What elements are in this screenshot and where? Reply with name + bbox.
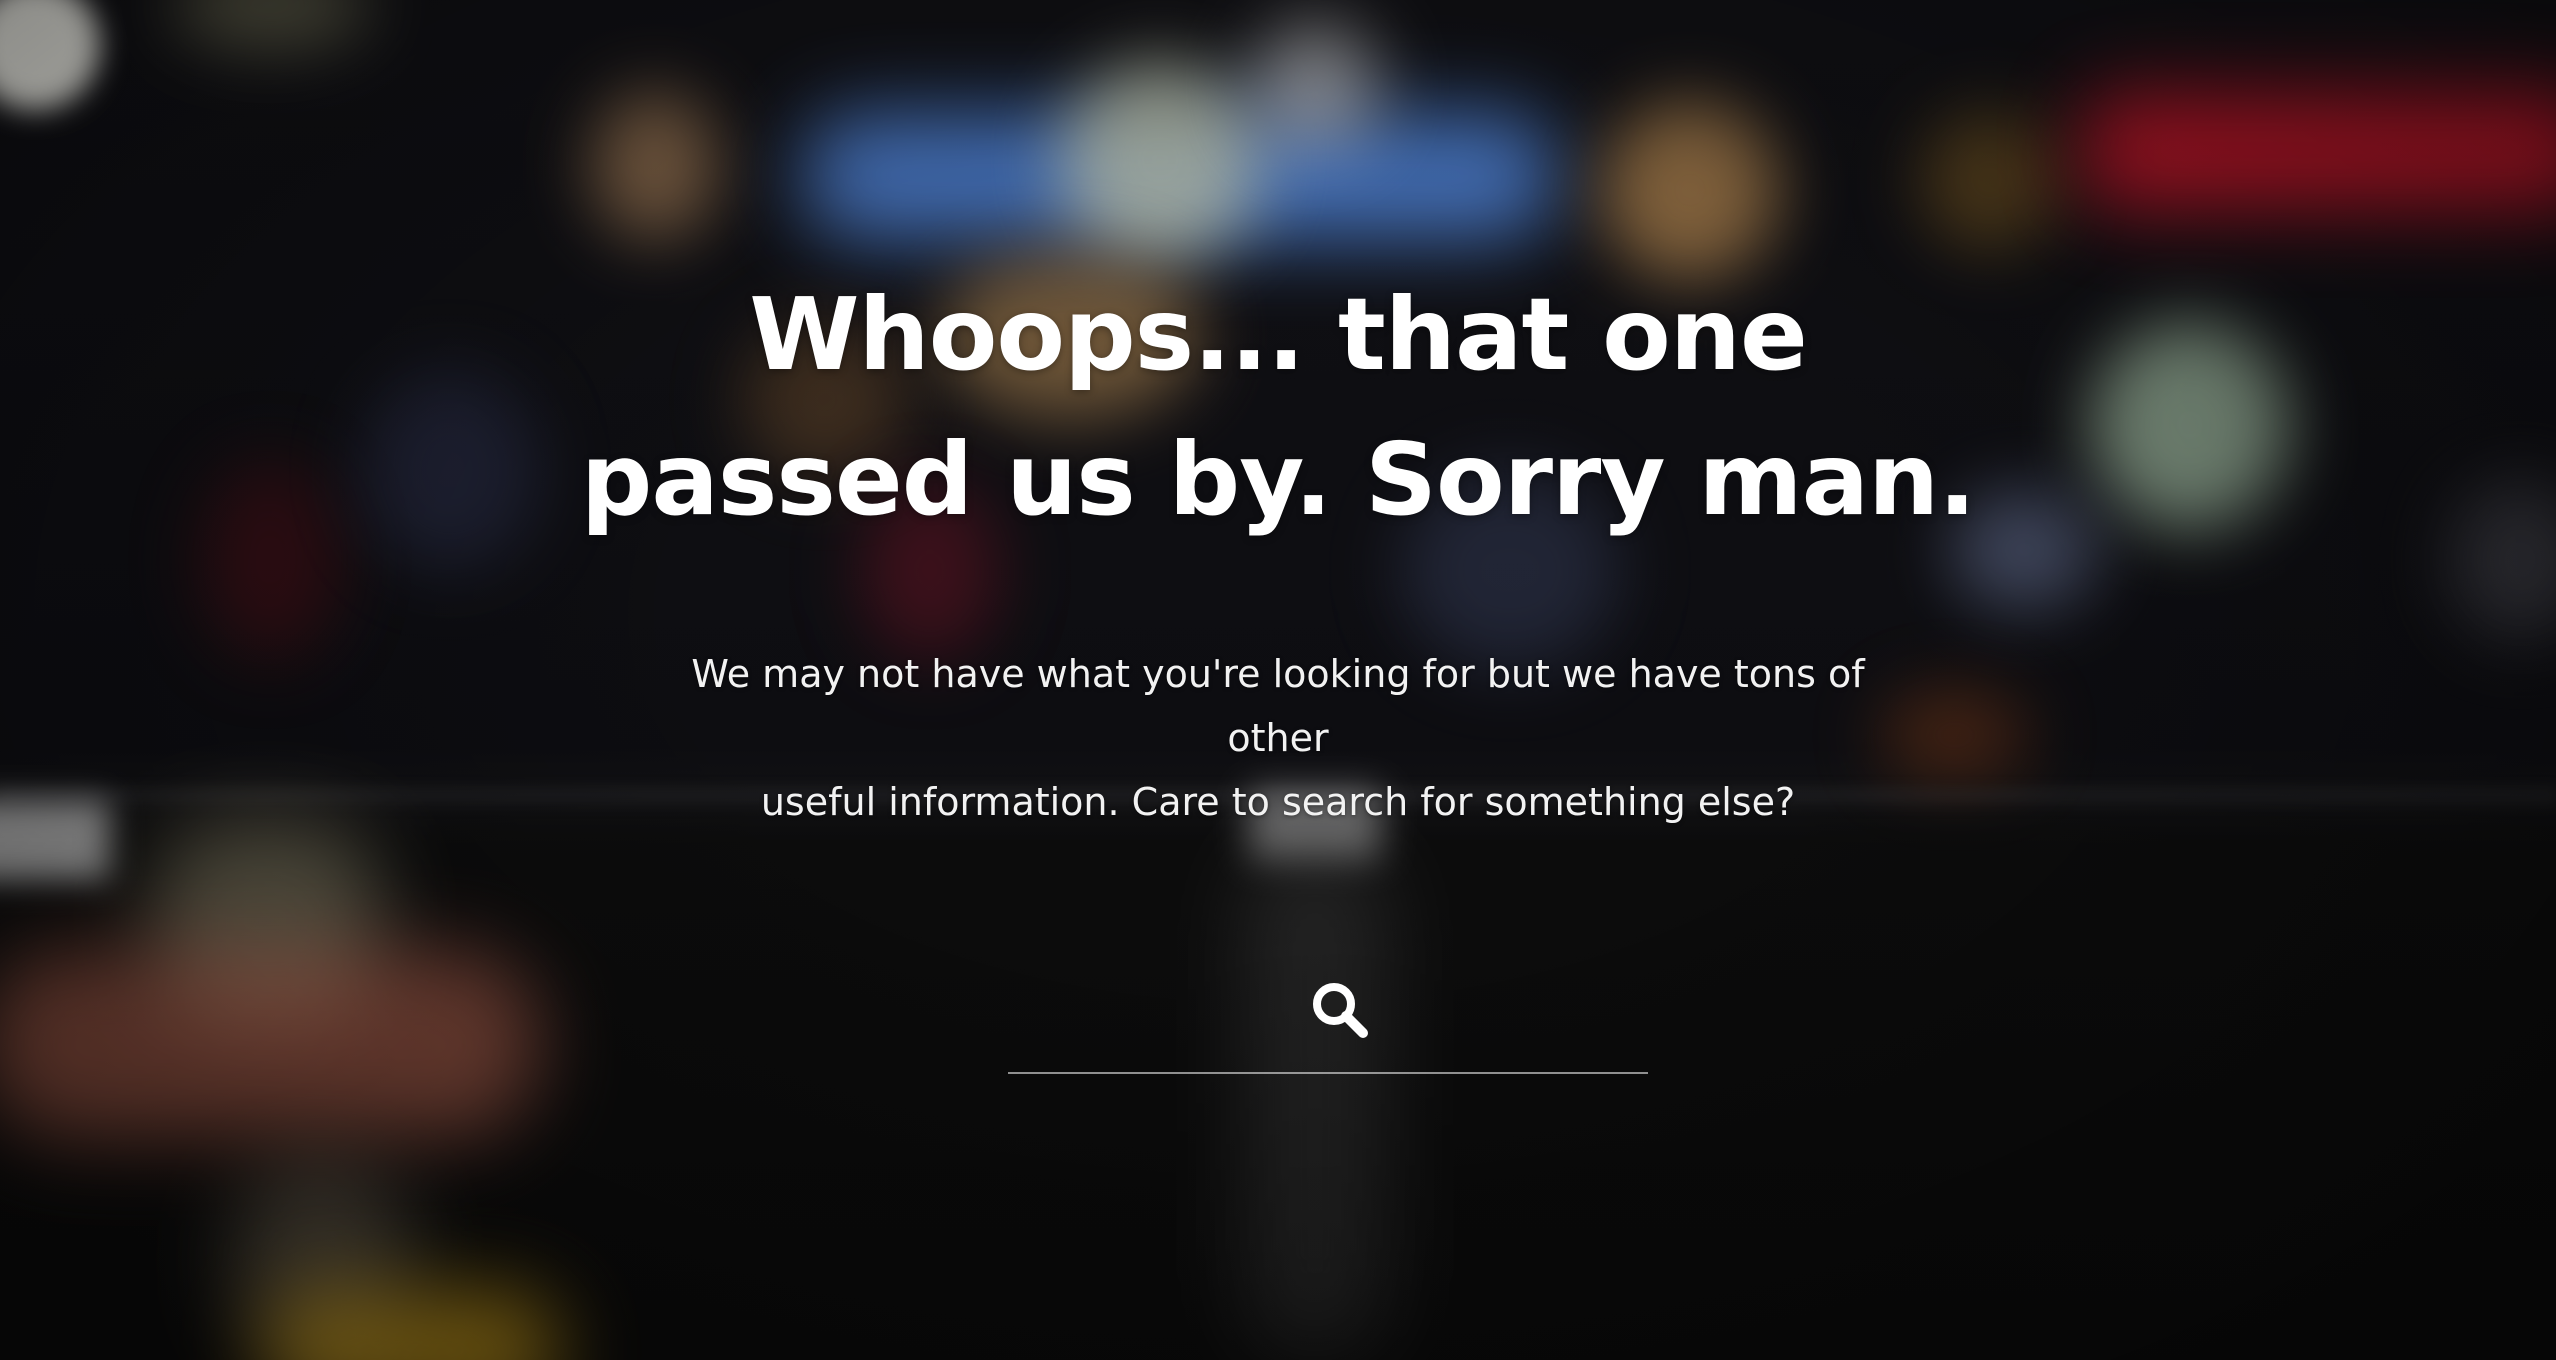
search-form [1008, 960, 1648, 1076]
search-underline [1008, 1072, 1648, 1074]
message-line-2: useful information. Care to search for s… [760, 780, 1796, 824]
search-icon[interactable] [1308, 978, 1372, 1042]
error-headline: Whoops... that one passed us by. Sorry m… [578, 262, 1978, 552]
headline-line-2: passed us by. Sorry man. [580, 421, 1976, 538]
error-page: Whoops... that one passed us by. Sorry m… [0, 0, 2556, 1360]
message-line-1: We may not have what you're looking for … [691, 652, 1865, 760]
error-message: We may not have what you're looking for … [678, 642, 1878, 834]
error-content: Whoops... that one passed us by. Sorry m… [0, 0, 2556, 1360]
headline-line-1: Whoops... that one [749, 276, 1808, 393]
